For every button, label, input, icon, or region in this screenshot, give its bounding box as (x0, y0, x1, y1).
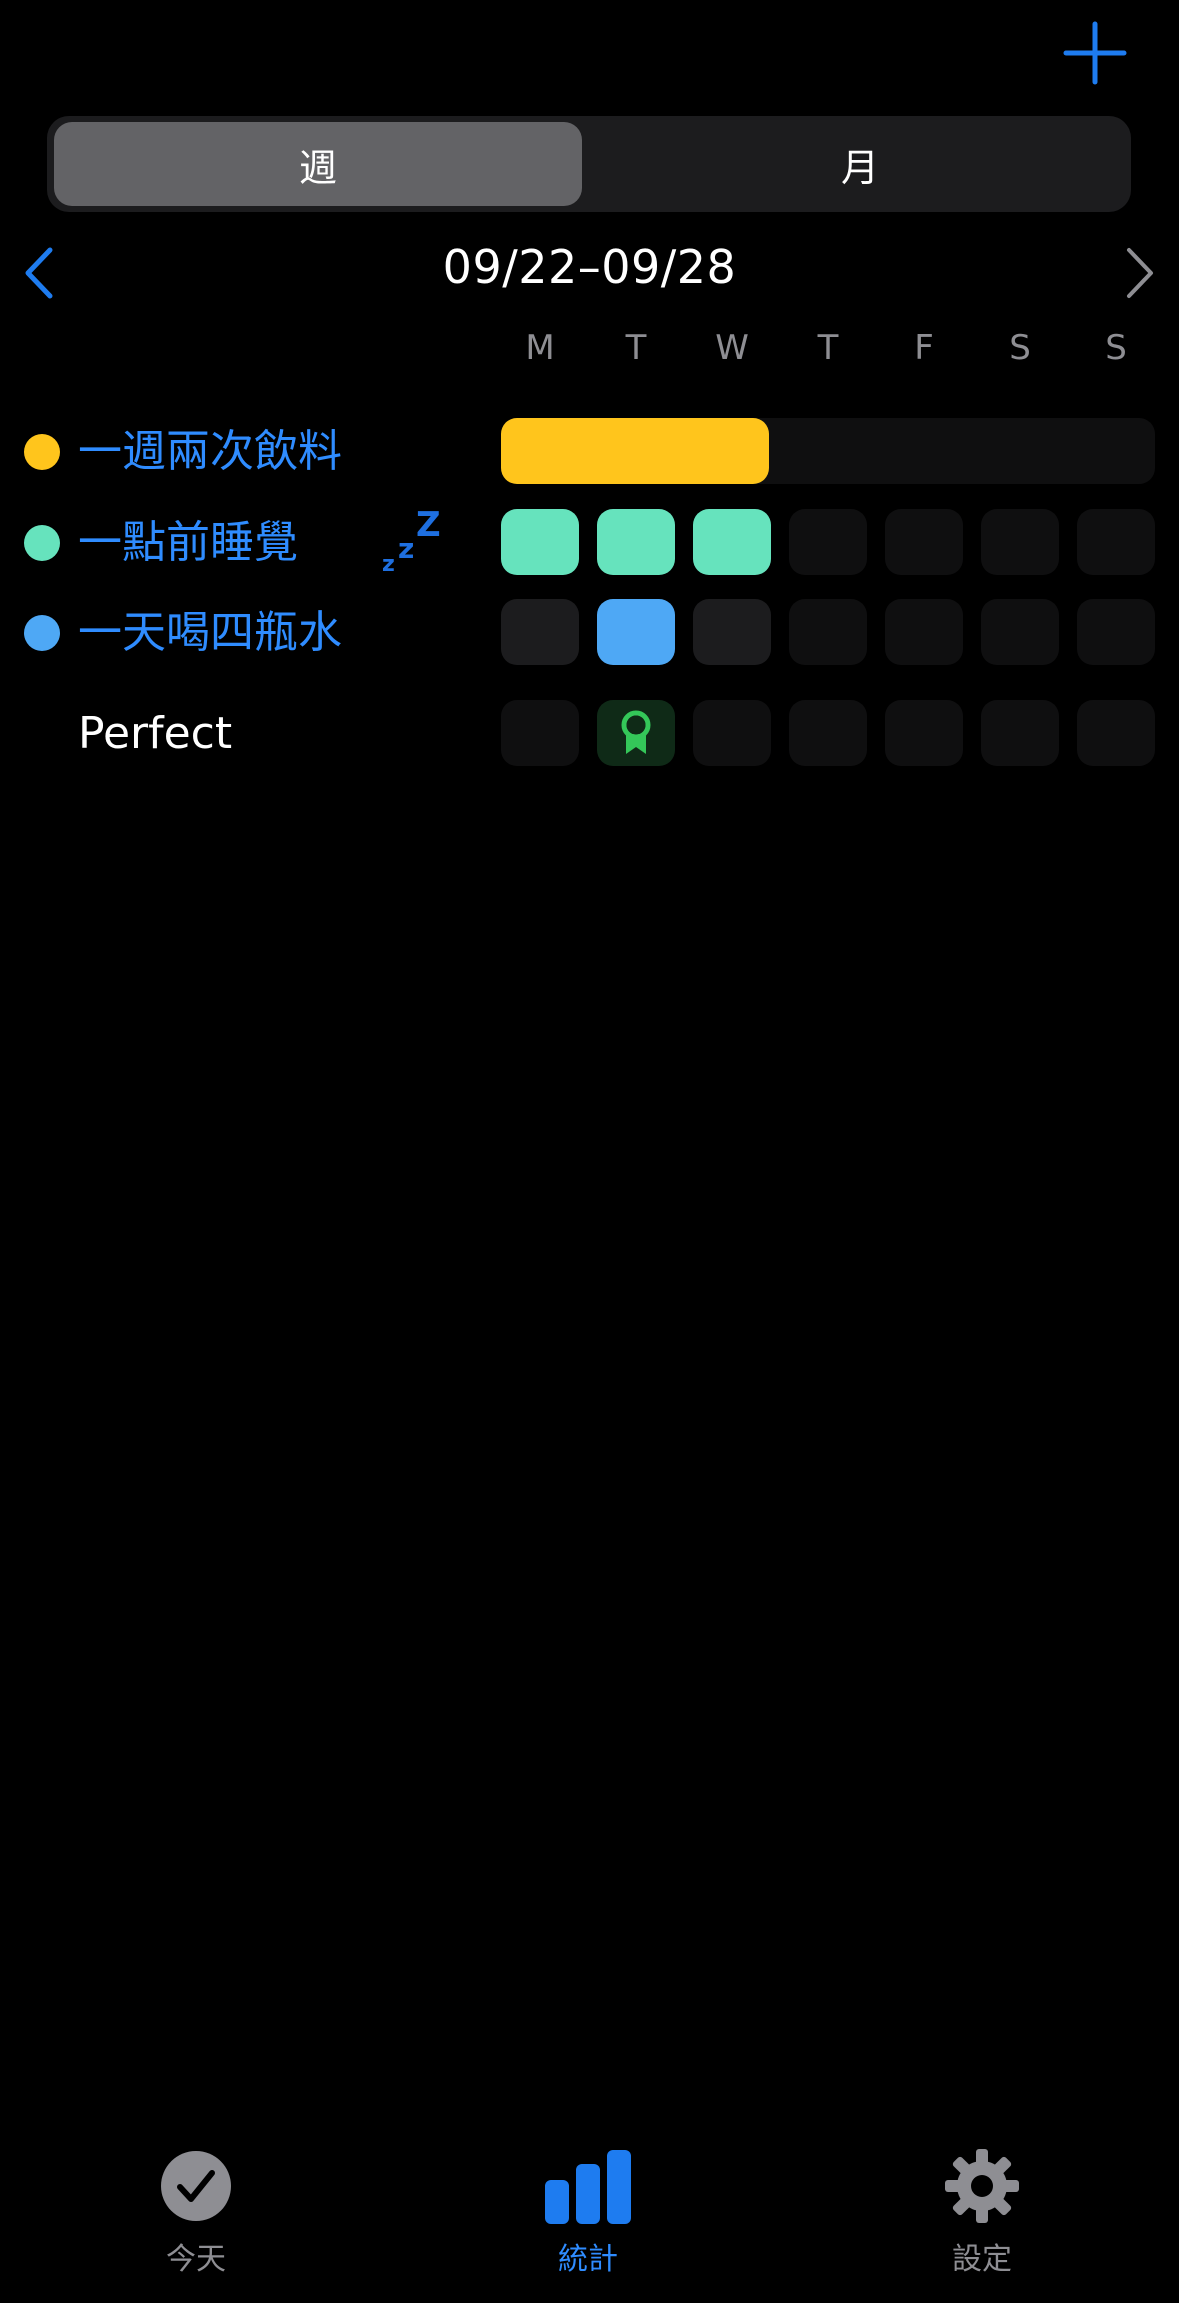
habit-row-sleep: 一點前睡覺 z z Z (0, 505, 1179, 577)
perfect-day-cell[interactable] (885, 700, 963, 766)
habit-color-dot (24, 525, 60, 561)
perfect-label: Perfect (78, 708, 233, 759)
plus-icon (1063, 21, 1127, 85)
habit-name[interactable]: 一天喝四瓶水 (78, 607, 342, 659)
habit-day-cell[interactable] (597, 509, 675, 575)
habit-day-cell[interactable] (789, 509, 867, 575)
weekday-label: T (817, 328, 839, 368)
weekday-label: F (914, 328, 934, 368)
perfect-row: Perfect (0, 700, 1179, 768)
segment-month[interactable]: 月 (596, 122, 1124, 206)
habit-name[interactable]: 一點前睡覺 z z Z (78, 505, 441, 577)
perfect-day-cell[interactable] (501, 700, 579, 766)
habit-day-cell[interactable] (885, 509, 963, 575)
weekly-progress-track (501, 418, 1155, 484)
segment-week[interactable]: 週 (54, 122, 582, 206)
next-week-button[interactable] (1117, 244, 1161, 302)
bar-chart-icon (545, 2150, 631, 2224)
habit-day-cell[interactable] (981, 509, 1059, 575)
perfect-day-cell[interactable] (693, 700, 771, 766)
habit-color-dot (24, 434, 60, 470)
weekday-label: S (1105, 328, 1127, 368)
weekday-label: S (1009, 328, 1031, 368)
weekly-progress-fill (501, 418, 770, 484)
weekday-label: T (625, 328, 647, 368)
chevron-right-icon (1127, 248, 1153, 298)
habit-name[interactable]: 一週兩次飲料 (78, 426, 342, 478)
add-habit-button[interactable] (1062, 20, 1128, 86)
date-range-title: 09/22–09/28 (442, 240, 737, 294)
tab-settings[interactable]: 設定 (882, 2148, 1082, 2278)
habit-day-cell[interactable] (693, 599, 771, 665)
habit-day-cell[interactable] (789, 599, 867, 665)
tab-today[interactable]: 今天 (96, 2148, 296, 2278)
perfect-day-cell[interactable] (789, 700, 867, 766)
tab-label: 今天 (166, 2242, 226, 2277)
period-segmented-control: 週 月 (47, 116, 1131, 212)
gear-icon (945, 2149, 1019, 2223)
weekday-label: M (525, 328, 555, 368)
tab-label: 設定 (952, 2242, 1012, 2277)
tab-stats[interactable]: 統計 (488, 2148, 688, 2278)
habit-day-cell[interactable] (693, 509, 771, 575)
perfect-day-cell[interactable] (1077, 700, 1155, 766)
habit-day-cell[interactable] (1077, 509, 1155, 575)
habit-row-drinks: 一週兩次飲料 (0, 418, 1179, 486)
perfect-day-cell[interactable] (981, 700, 1059, 766)
perfect-day-cell[interactable] (597, 700, 675, 766)
weekday-header: M T W T F S S (501, 328, 1155, 378)
habit-name-text: 一點前睡覺 (78, 517, 298, 568)
habit-day-cell[interactable] (981, 599, 1059, 665)
habit-day-cell[interactable] (1077, 599, 1155, 665)
habit-day-cell[interactable] (501, 509, 579, 575)
habit-day-cell[interactable] (597, 599, 675, 665)
habit-row-water: 一天喝四瓶水 (0, 599, 1179, 667)
sleep-zzz-icon: z z Z (382, 505, 441, 577)
habit-day-cell[interactable] (885, 599, 963, 665)
habit-color-dot (24, 615, 60, 651)
habit-day-cell[interactable] (501, 599, 579, 665)
tab-label: 統計 (558, 2242, 618, 2277)
weekday-label: W (715, 328, 749, 368)
checkmark-circle-icon (161, 2151, 231, 2221)
award-ribbon-icon (621, 710, 651, 754)
